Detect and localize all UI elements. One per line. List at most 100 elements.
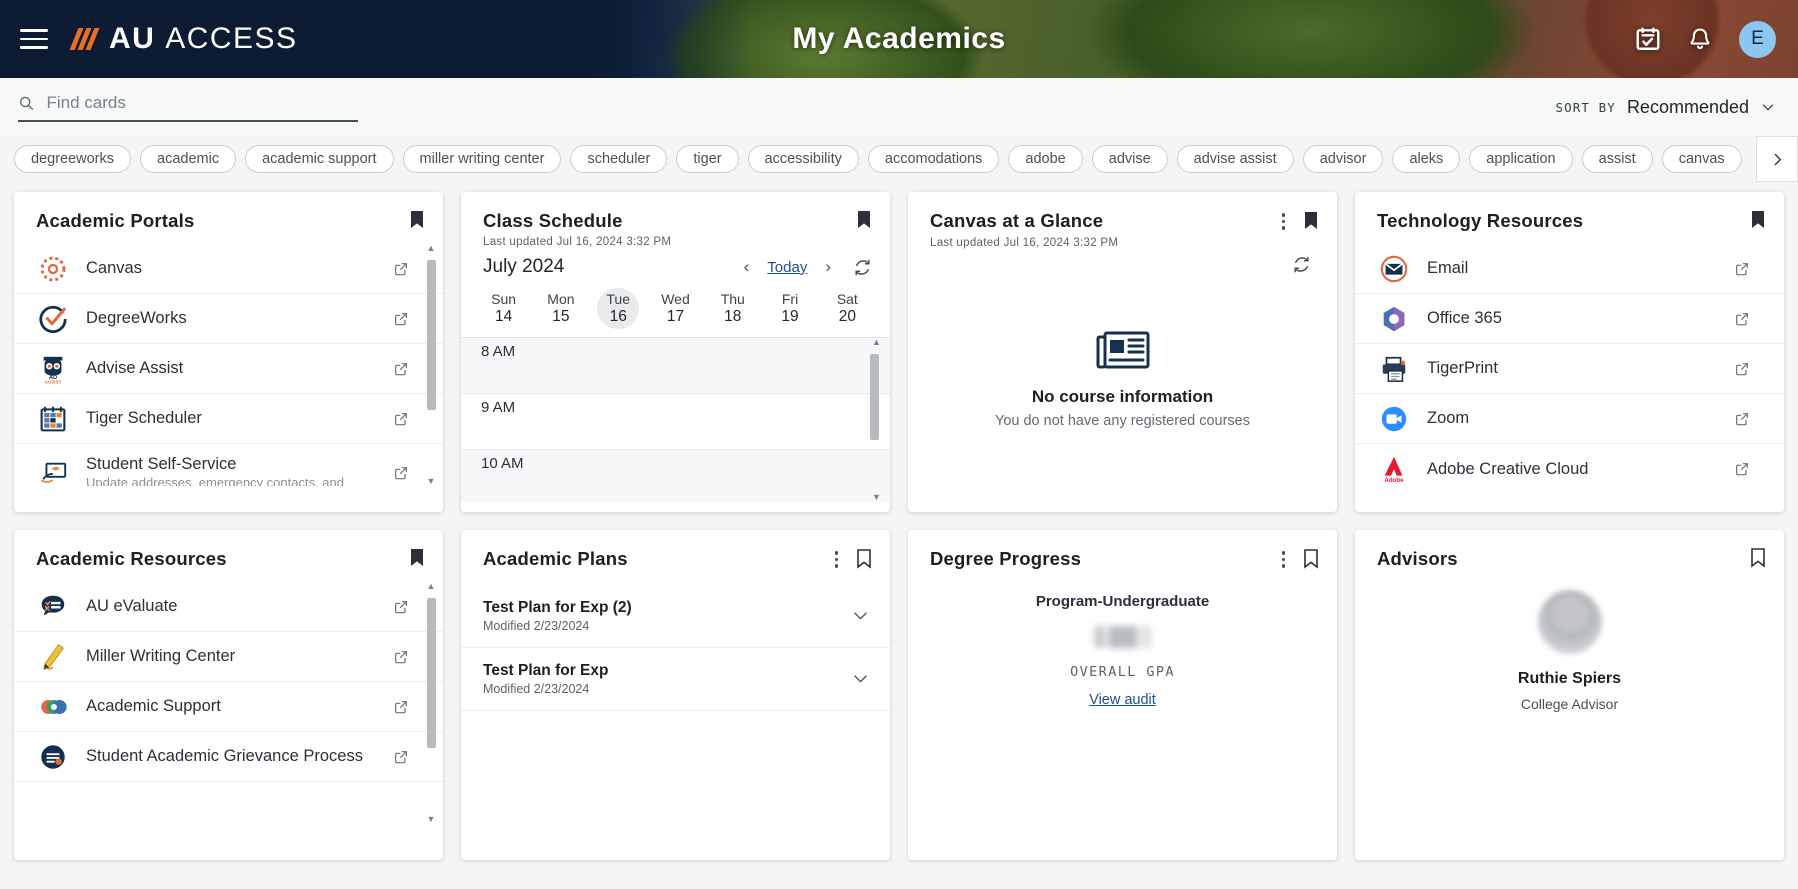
filter-chip[interactable]: scheduler xyxy=(570,145,668,173)
bookmark-filled-icon[interactable] xyxy=(409,548,425,568)
hamburger-icon[interactable] xyxy=(20,29,48,49)
external-link-icon[interactable] xyxy=(393,411,409,427)
filter-chip[interactable]: application xyxy=(1469,145,1573,173)
list-item[interactable]: Student Academic Grievance Process xyxy=(14,732,443,782)
external-link-icon[interactable] xyxy=(1734,411,1750,427)
external-link-icon[interactable] xyxy=(393,649,409,665)
hours-scroll-up-arrow[interactable]: ▲ xyxy=(872,338,881,347)
chevron-down-icon[interactable] xyxy=(851,606,870,625)
au-access-logo[interactable]: AU ACCESS xyxy=(69,22,298,56)
bookmark-filled-icon[interactable] xyxy=(409,210,425,230)
list-item[interactable]: Tiger Scheduler xyxy=(14,394,443,444)
external-link-icon[interactable] xyxy=(393,599,409,615)
filter-chip[interactable]: degreeworks xyxy=(14,145,132,173)
list-item[interactable]: Email xyxy=(1355,244,1784,294)
schedule-hour-row[interactable]: 10 AM xyxy=(461,450,890,502)
refresh-icon[interactable] xyxy=(1292,255,1311,274)
card-options-menu-icon[interactable] xyxy=(1280,548,1288,571)
scroll-up-arrow[interactable]: ▲ xyxy=(427,582,436,591)
schedule-day[interactable]: Wed 17 xyxy=(647,288,704,329)
external-link-icon[interactable] xyxy=(393,261,409,277)
next-week-button[interactable]: › xyxy=(825,257,831,277)
schedule-day[interactable]: Sat 20 xyxy=(819,288,876,329)
scroll-down-arrow[interactable]: ▼ xyxy=(427,477,436,486)
list-item[interactable]: Zoom xyxy=(1355,394,1784,444)
external-link-icon[interactable] xyxy=(393,749,409,765)
hours-scrollbar[interactable]: ▲ ▼ xyxy=(870,338,884,502)
list-item[interactable]: Miller Writing Center xyxy=(14,632,443,682)
external-link-icon[interactable] xyxy=(1734,261,1750,277)
card-options-menu-icon[interactable] xyxy=(833,548,841,571)
search-box[interactable] xyxy=(18,92,358,122)
list-item[interactable]: Student Self-Service Update addresses, e… xyxy=(14,444,443,486)
filter-chip[interactable]: accomodations xyxy=(867,145,1000,173)
external-link-icon[interactable] xyxy=(393,361,409,377)
scroll-thumb[interactable] xyxy=(427,598,436,748)
list-item[interactable]: TigerPrint xyxy=(1355,344,1784,394)
card-options-menu-icon[interactable] xyxy=(1280,210,1288,233)
external-link-icon[interactable] xyxy=(1734,461,1750,477)
hours-scroll-thumb[interactable] xyxy=(870,354,879,440)
list-item[interactable]: Adobe Adobe Creative Cloud xyxy=(1355,444,1784,486)
filter-chip[interactable]: advise assist xyxy=(1176,145,1294,173)
bookmark-outline-icon[interactable] xyxy=(856,549,872,569)
schedule-day[interactable]: Sun 14 xyxy=(475,288,532,329)
filter-chip[interactable]: advisor xyxy=(1302,145,1384,173)
calendar-check-icon[interactable] xyxy=(1635,26,1661,52)
filter-chip[interactable]: assist xyxy=(1581,145,1653,173)
filter-chip[interactable]: advise xyxy=(1091,145,1168,173)
search-input[interactable] xyxy=(46,92,358,113)
external-link-icon[interactable] xyxy=(393,465,409,481)
refresh-icon[interactable] xyxy=(853,258,872,277)
scroll-down-arrow[interactable]: ▼ xyxy=(427,815,436,824)
filter-chip[interactable]: academic support xyxy=(245,145,394,173)
schedule-hour-row[interactable]: 9 AM xyxy=(461,394,890,450)
card-header: Degree Progress xyxy=(908,530,1337,571)
header-campus-photo xyxy=(580,0,1798,78)
filter-chip[interactable]: academic xyxy=(140,145,237,173)
sort-by-control[interactable]: SORT BY Recommended xyxy=(1556,97,1776,118)
avatar[interactable]: E xyxy=(1739,20,1776,58)
filter-chip[interactable]: adobe xyxy=(1008,145,1083,173)
prev-week-button[interactable]: ‹ xyxy=(744,257,750,277)
list-item-label: Zoom xyxy=(1427,409,1470,427)
plan-item[interactable]: Test Plan for Exp Modified 2/23/2024 xyxy=(461,648,890,711)
bookmark-outline-icon[interactable] xyxy=(1750,548,1766,568)
external-link-icon[interactable] xyxy=(1734,311,1750,327)
external-link-icon[interactable] xyxy=(393,311,409,327)
list-item[interactable]: Canvas xyxy=(14,244,443,294)
list-item[interactable]: AU eValuate xyxy=(14,582,443,632)
today-button[interactable]: Today xyxy=(767,259,807,276)
bookmark-filled-icon[interactable] xyxy=(1750,210,1766,230)
list-item[interactable]: Office 365 xyxy=(1355,294,1784,344)
schedule-day[interactable]: Tue 16 xyxy=(590,288,647,329)
notification-bell-icon[interactable] xyxy=(1687,26,1713,52)
bookmark-outline-icon[interactable] xyxy=(1303,549,1319,569)
card-actions xyxy=(833,548,873,571)
list-item[interactable]: AD ASSIST Advise Assist xyxy=(14,344,443,394)
chips-next-button[interactable] xyxy=(1756,136,1798,182)
plan-item[interactable]: Test Plan for Exp (2) Modified 2/23/2024 xyxy=(461,585,890,648)
hours-scroll-down-arrow[interactable]: ▼ xyxy=(872,493,881,502)
bookmark-filled-icon[interactable] xyxy=(1303,211,1319,231)
schedule-day[interactable]: Mon 15 xyxy=(532,288,589,329)
list-item[interactable]: DegreeWorks xyxy=(14,294,443,344)
external-link-icon[interactable] xyxy=(1734,361,1750,377)
schedule-day[interactable]: Fri 19 xyxy=(761,288,818,329)
filter-chip[interactable]: miller writing center xyxy=(402,145,562,173)
filter-chip[interactable]: tiger xyxy=(676,145,739,173)
external-link-icon[interactable] xyxy=(393,699,409,715)
list-item-label: AU eValuate xyxy=(86,597,178,615)
scroll-thumb[interactable] xyxy=(427,260,436,410)
filter-chip[interactable]: accessibility xyxy=(747,145,859,173)
bookmark-filled-icon[interactable] xyxy=(856,210,872,230)
schedule-day[interactable]: Thu 18 xyxy=(704,288,761,329)
filter-chip[interactable]: canvas xyxy=(1661,145,1742,173)
list-item[interactable]: Academic Support xyxy=(14,682,443,732)
filter-chip[interactable]: aleks xyxy=(1392,145,1461,173)
chevron-down-icon[interactable] xyxy=(851,669,870,688)
view-audit-link[interactable]: View audit xyxy=(1089,692,1156,708)
cards-toolbar: SORT BY Recommended xyxy=(0,78,1798,136)
scroll-up-arrow[interactable]: ▲ xyxy=(427,244,436,253)
schedule-hour-row[interactable]: 8 AM xyxy=(461,338,890,394)
